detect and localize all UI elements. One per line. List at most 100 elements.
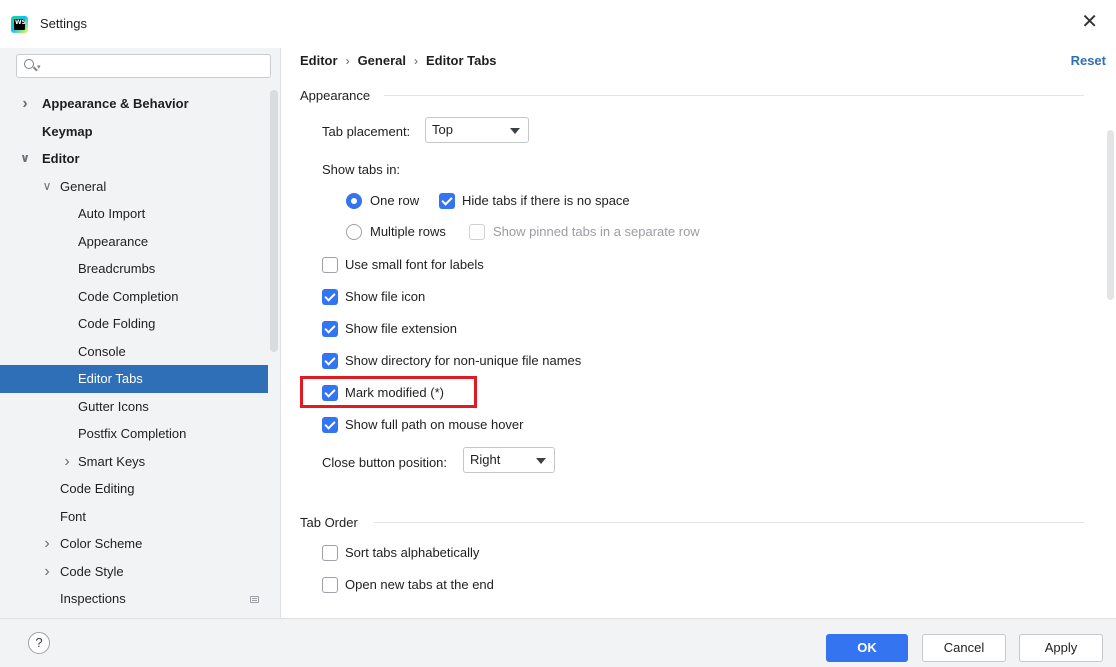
option-label[interactable]: Show file icon xyxy=(345,289,425,304)
sidebar-item-label: Breadcrumbs xyxy=(78,261,156,276)
sidebar-item-label: Editor xyxy=(42,151,80,166)
breadcrumb-separator: › xyxy=(413,54,418,68)
sidebar-item-label: Code Editing xyxy=(60,481,135,496)
close-button-position-dropdown[interactable]: Right xyxy=(463,447,555,473)
breadcrumb-item-current: Editor Tabs xyxy=(425,53,497,68)
sidebar-item[interactable]: Console xyxy=(0,338,268,366)
sidebar-item[interactable]: Code Editing xyxy=(0,475,268,503)
title-bar: WS Settings ✕ xyxy=(0,0,1116,48)
sidebar-item[interactable]: Keymap xyxy=(0,118,268,146)
sidebar-item-label: Code Style xyxy=(60,563,124,579)
content-scrollbar[interactable] xyxy=(1107,130,1114,300)
settings-tree: › Appearance & Behavior Keymap ∨ Editor ∨ Gene… xyxy=(0,90,268,613)
option-label[interactable]: Sort tabs alphabetically xyxy=(345,545,479,560)
chevron-right-icon[interactable]: › xyxy=(42,530,52,558)
sidebar-item[interactable]: Inspections xyxy=(0,585,268,613)
sidebar-item-label: Console xyxy=(78,343,126,359)
close-button-position-value: Right xyxy=(470,452,501,467)
tab-placement-dropdown[interactable]: Top xyxy=(425,117,529,143)
sidebar-item[interactable]: › Smart Keys xyxy=(0,448,268,476)
reset-link[interactable]: Reset xyxy=(1071,53,1106,68)
sidebar-item-label: Smart Keys xyxy=(78,453,146,469)
option-label[interactable]: Show full path on mouse hover xyxy=(345,417,524,432)
dropdown-arrow-icon xyxy=(536,458,546,464)
sidebar-item[interactable]: Appearance xyxy=(0,228,268,256)
profile-icon xyxy=(250,596,259,603)
close-icon[interactable]: ✕ xyxy=(1081,12,1098,32)
group-divider xyxy=(374,522,1084,523)
show-tabs-in-label: Show tabs in: xyxy=(322,162,401,177)
cancel-button[interactable]: Cancel xyxy=(922,634,1006,662)
ok-button[interactable]: OK xyxy=(826,634,908,662)
search-icon xyxy=(24,59,34,69)
window-title: Settings xyxy=(40,16,87,31)
option-label[interactable]: Show directory for non-unique file names xyxy=(345,353,581,368)
sidebar-item[interactable]: ∨ General xyxy=(0,173,268,201)
sidebar-item[interactable]: › Color Scheme xyxy=(0,530,268,558)
hide-tabs-checkbox[interactable] xyxy=(439,193,455,209)
option-label[interactable]: Show file extension xyxy=(345,321,457,336)
close-button-position-label: Close button position: xyxy=(322,455,448,470)
tab-placement-label: Tab placement: xyxy=(322,124,411,139)
option-checkbox[interactable] xyxy=(322,257,338,273)
sidebar-item-label: Auto Import xyxy=(78,206,146,221)
sidebar-item[interactable]: Breadcrumbs xyxy=(0,255,268,283)
sidebar-item-label: Keymap xyxy=(42,123,93,139)
option-checkbox[interactable] xyxy=(322,545,338,561)
sidebar-item[interactable]: Auto Import xyxy=(0,200,268,228)
sidebar-item-label: Editor Tabs xyxy=(78,371,143,386)
sidebar-item[interactable]: Gutter Icons xyxy=(0,393,268,421)
sidebar-item[interactable]: › Appearance & Behavior xyxy=(0,90,268,118)
multiple-rows-label[interactable]: Multiple rows xyxy=(370,224,446,239)
sidebar-item[interactable]: ∨ Editor xyxy=(0,145,268,173)
breadcrumb-item[interactable]: Editor xyxy=(300,53,338,68)
sidebar-item[interactable]: Editor Tabs xyxy=(0,365,268,393)
chevron-down-icon[interactable]: ∨ xyxy=(20,145,30,173)
chevron-right-icon[interactable]: › xyxy=(62,448,72,476)
one-row-radio[interactable] xyxy=(346,193,362,209)
one-row-label[interactable]: One row xyxy=(370,193,419,208)
option-checkbox[interactable] xyxy=(322,417,338,433)
show-pinned-tabs-label: Show pinned tabs in a separate row xyxy=(493,224,700,239)
show-pinned-tabs-checkbox xyxy=(469,224,485,240)
option-label[interactable]: Use small font for labels xyxy=(345,257,484,272)
apply-button[interactable]: Apply xyxy=(1019,634,1103,662)
appearance-group-title: Appearance xyxy=(300,88,371,103)
sidebar-item-label: Inspections xyxy=(60,591,126,606)
settings-sidebar: ▾ › Appearance & Behavior Keymap ∨ Editor ∨ Ge… xyxy=(0,48,281,618)
chevron-down-icon[interactable]: ∨ xyxy=(42,173,52,201)
multiple-rows-radio[interactable] xyxy=(346,224,362,240)
hide-tabs-label[interactable]: Hide tabs if there is no space xyxy=(462,193,630,208)
sidebar-item-label: Font xyxy=(60,508,87,524)
sidebar-item-label: General xyxy=(60,178,107,194)
option-label[interactable]: Open new tabs at the end xyxy=(345,577,494,592)
sidebar-item[interactable]: Code Folding xyxy=(0,310,268,338)
webstorm-app-icon: WS xyxy=(11,16,28,33)
search-input[interactable] xyxy=(45,57,265,75)
help-button[interactable]: ? xyxy=(28,632,50,654)
sidebar-scrollbar[interactable] xyxy=(270,90,278,352)
option-checkbox[interactable] xyxy=(322,289,338,305)
sidebar-item-label: Code Folding xyxy=(78,316,156,331)
sidebar-item-label: Gutter Icons xyxy=(78,398,149,414)
sidebar-item-label: Postfix Completion xyxy=(78,426,187,441)
chevron-right-icon[interactable]: › xyxy=(20,90,30,118)
option-checkbox[interactable] xyxy=(322,353,338,369)
breadcrumb-item[interactable]: General xyxy=(358,53,406,68)
option-checkbox[interactable] xyxy=(322,577,338,593)
sidebar-item[interactable]: › Code Style xyxy=(0,558,268,586)
tab-placement-value: Top xyxy=(432,122,453,137)
sidebar-item-label: Appearance & Behavior xyxy=(42,96,189,111)
breadcrumb-separator: › xyxy=(345,54,350,68)
settings-content: Editor › General › Editor Tabs Reset Appeara… xyxy=(282,48,1116,618)
annotation-highlight-box xyxy=(300,376,477,408)
search-box[interactable]: ▾ xyxy=(16,54,271,78)
chevron-right-icon[interactable]: › xyxy=(42,558,52,586)
option-checkbox[interactable] xyxy=(322,321,338,337)
sidebar-item[interactable]: Font xyxy=(0,503,268,531)
dropdown-arrow-icon xyxy=(510,128,520,134)
sidebar-item[interactable]: Postfix Completion xyxy=(0,420,268,448)
search-options-caret-icon[interactable]: ▾ xyxy=(37,63,41,71)
tab-order-group-title: Tab Order xyxy=(300,515,358,530)
sidebar-item[interactable]: Code Completion xyxy=(0,283,268,311)
